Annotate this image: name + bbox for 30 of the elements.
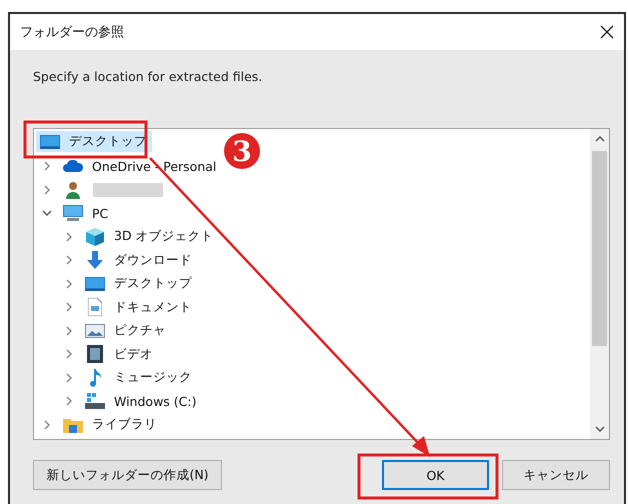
cloud-icon xyxy=(62,160,84,172)
tree-item[interactable]: ライブラリ xyxy=(59,414,162,436)
picture-icon xyxy=(84,324,106,338)
library-icon xyxy=(62,416,84,433)
scroll-bar[interactable] xyxy=(590,129,609,439)
instruction-text: Specify a location for extracted files. xyxy=(33,69,264,84)
desktop-icon xyxy=(84,276,106,291)
window-title: フォルダーの参照 xyxy=(20,24,124,41)
tree-item[interactable]: ドキュメント xyxy=(81,296,197,318)
drive-icon xyxy=(84,393,106,410)
tree-item[interactable]: デスクトップ xyxy=(81,273,197,294)
pc-icon xyxy=(62,205,84,222)
ok-button[interactable]: OK xyxy=(382,460,489,490)
new-folder-button[interactable]: 新しいフォルダーの作成(N) xyxy=(33,460,222,490)
scroll-thumb[interactable] xyxy=(592,151,607,346)
download-icon xyxy=(84,251,106,270)
tree-item[interactable]: 3D オブジェクト xyxy=(81,226,219,248)
cube-icon xyxy=(84,228,106,246)
tree-item[interactable]: Windows (C:) xyxy=(81,391,202,412)
tree-item[interactable]: ミュージック xyxy=(81,366,197,389)
close-icon[interactable] xyxy=(600,25,614,39)
tree-item[interactable]: ピクチャ xyxy=(81,320,171,342)
scroll-down-icon[interactable] xyxy=(594,425,604,433)
scroll-up-icon[interactable] xyxy=(594,135,604,143)
cancel-button[interactable]: キャンセル xyxy=(502,460,610,490)
tree-item[interactable]: ダウンロード xyxy=(81,249,197,272)
tree-item[interactable]: PC xyxy=(59,203,114,224)
video-icon xyxy=(84,345,106,364)
tree-item[interactable]: ビデオ xyxy=(81,343,158,366)
desktop-icon xyxy=(39,134,61,149)
